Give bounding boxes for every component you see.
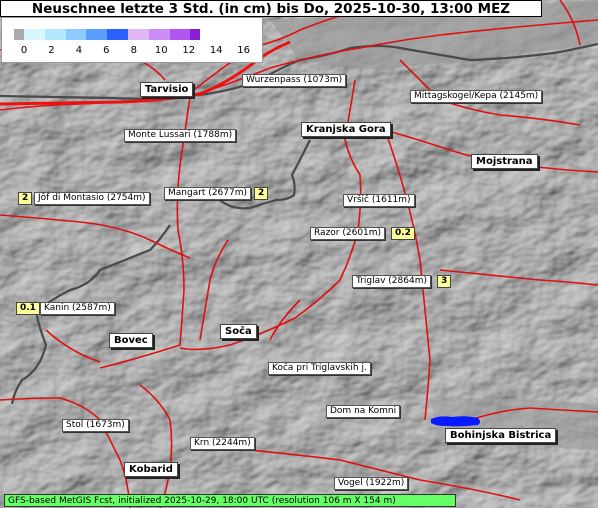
snow-value-razor: 0.2 — [391, 227, 415, 240]
place-label-dom-na-komni: Dom na Komni — [326, 405, 401, 418]
peak-label-vogel: Vogel (1922m) — [334, 477, 409, 490]
town-label-bohinjska-bistrica: Bohinjska Bistrica — [445, 428, 557, 443]
snow-value-kanin: 0.1 — [16, 302, 40, 315]
map-title: Neuschnee letzte 3 Std. (in cm) bis Do, … — [0, 0, 542, 17]
town-label-soca: Soča — [220, 324, 257, 339]
legend-swatch — [107, 29, 128, 40]
peak-label-wurzenpass: Wurzenpass (1073m) — [242, 74, 347, 87]
peak-label-vrsic: Vršič (1611m) — [343, 194, 415, 207]
legend-swatch — [127, 29, 149, 40]
snow-map: Neuschnee letzte 3 Std. (in cm) bis Do, … — [0, 0, 598, 508]
legend-tick-label: 2 — [48, 45, 55, 56]
town-label-kobarid: Kobarid — [124, 462, 178, 477]
snow-value-mangart: 2 — [254, 187, 269, 200]
legend-tick-label: 10 — [154, 45, 168, 56]
legend-tick-label: 4 — [75, 45, 83, 56]
legend-tick-label: 6 — [103, 45, 110, 56]
peak-label-razor: Razor (2601m) — [310, 227, 386, 240]
legend-tick-label: 16 — [237, 45, 250, 56]
snow-value-triglav: 3 — [437, 275, 452, 288]
legend-tick-label: 14 — [209, 45, 223, 56]
peak-label-monte-lussari: Monte Lussari (1788m) — [124, 129, 237, 142]
legend-swatch — [169, 29, 191, 40]
legend-tick-label: 8 — [130, 45, 137, 56]
town-label-mojstrana: Mojstrana — [471, 154, 538, 169]
legend-tick-label: 12 — [182, 45, 196, 56]
place-label-koca-pri-triglavskih: Koča pri Triglavskih j. — [268, 362, 371, 375]
lake-bohinj — [431, 416, 480, 427]
town-label-bovec: Bovec — [109, 333, 153, 348]
legend-swatch — [86, 29, 108, 40]
legend-swatch — [65, 29, 87, 40]
forecast-info-footer: GFS-based MetGIS Fcst, initialized 2025-… — [4, 494, 456, 507]
peak-label-krn: Krn (2244m) — [190, 437, 255, 450]
legend-tick-label: 0 — [20, 45, 28, 56]
legend-swatch — [148, 29, 170, 40]
peak-label-kanin: Kanin (2587m) — [40, 302, 115, 315]
peak-label-jof-di-montasio: Jôf di Montasio (2754m) — [34, 192, 150, 205]
color-legend: 0 2 4 6 8 10 12 14 16 — [1, 17, 263, 63]
legend-color-bar — [14, 29, 201, 40]
legend-swatch — [14, 29, 24, 40]
snow-value-jof: 2 — [18, 192, 33, 205]
town-label-tarvisio: Tarvisio — [140, 82, 194, 97]
town-label-kranjska-gora: Kranjska Gora — [301, 122, 391, 137]
peak-label-triglav: Triglav (2864m) — [352, 275, 431, 288]
peak-label-mangart: Mangart (2677m) — [164, 187, 251, 200]
legend-swatch — [44, 29, 66, 40]
legend-swatch — [190, 29, 201, 40]
peak-label-stol: Stol (1673m) — [62, 419, 129, 432]
legend-swatch — [24, 29, 45, 40]
peak-label-mittagskogel: Mittagskogel/Kepa (2145m) — [410, 90, 543, 103]
